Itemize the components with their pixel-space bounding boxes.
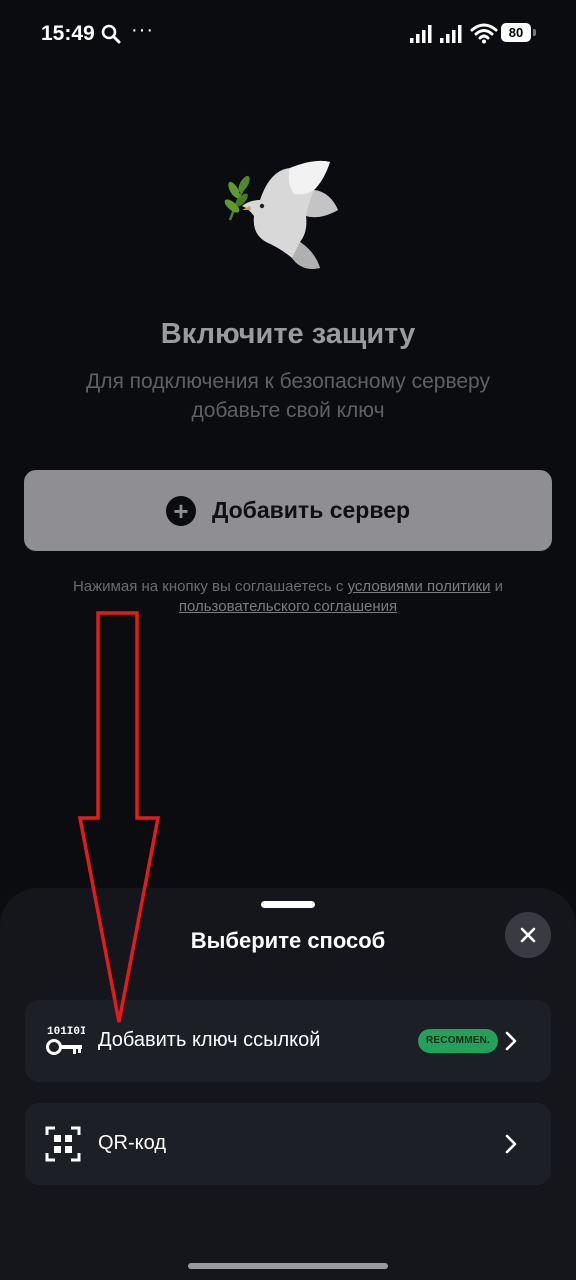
home-indicator[interactable] bbox=[188, 1263, 388, 1269]
red-arrow-annotation bbox=[77, 611, 161, 1023]
